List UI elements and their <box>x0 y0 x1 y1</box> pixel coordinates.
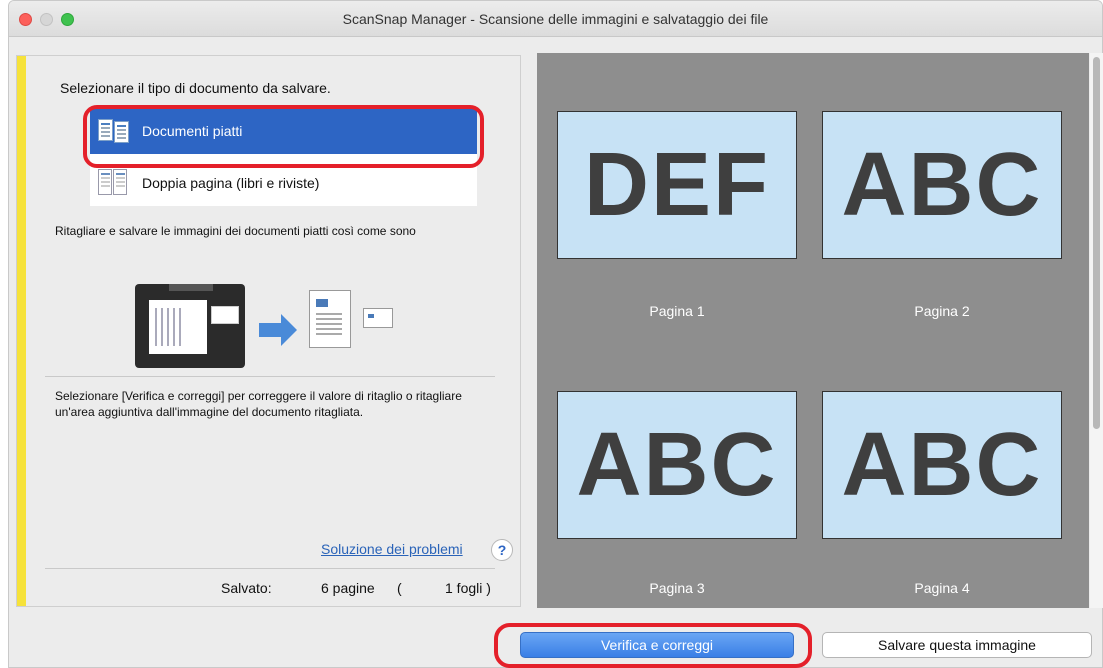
page-thumbnail[interactable]: ABC <box>557 391 797 539</box>
thumbnail-text: ABC <box>841 414 1043 515</box>
page-thumbnail[interactable]: DEF <box>557 111 797 259</box>
panel-marker <box>17 56 26 606</box>
saved-sheets-count: 1 fogli ) <box>445 580 491 596</box>
preview-scrollbar[interactable] <box>1090 53 1103 608</box>
page-label: Pagina 3 <box>649 580 705 596</box>
window-title: ScanSnap Manager - Scansione delle immag… <box>342 11 769 27</box>
document-type-panel: Selezionare il tipo di documento da salv… <box>16 55 521 607</box>
saved-paren: ( <box>397 580 402 596</box>
highlight-ring-document-type <box>83 105 484 168</box>
troubleshooting-link[interactable]: Soluzione dei problemi <box>321 541 463 557</box>
book-icon <box>96 167 130 199</box>
saved-pages-count: 6 pagine <box>321 580 375 596</box>
page-label: Pagina 1 <box>649 303 705 319</box>
thumbnail-text: ABC <box>576 414 778 515</box>
verify-hint-text: Selezionare [Verifica e correggi] per co… <box>55 389 462 419</box>
scrollbar-thumb[interactable] <box>1093 57 1100 429</box>
save-image-button[interactable]: Salvare questa immagine <box>822 632 1092 658</box>
type-item-label: Doppia pagina (libri e riviste) <box>142 175 320 191</box>
page-thumbnail[interactable]: ABC <box>822 391 1062 539</box>
page-label: Pagina 4 <box>914 580 970 596</box>
title-bar: ScanSnap Manager - Scansione delle immag… <box>9 1 1102 37</box>
document-type-description: Ritagliare e salvare le immagini dei doc… <box>55 224 416 238</box>
scan-illustration <box>135 284 415 384</box>
divider <box>45 376 495 377</box>
output-document-icon <box>309 290 351 348</box>
arrow-right-icon <box>259 323 281 337</box>
page-thumbnail[interactable]: ABC <box>822 111 1062 259</box>
scan-preview-area: DEF Pagina 1 ABC Pagina 2 ABC Pagina 3 A… <box>537 53 1089 608</box>
saved-label: Salvato: <box>221 580 272 596</box>
thumbnail-text: DEF <box>584 134 770 235</box>
page-label: Pagina 2 <box>914 303 970 319</box>
highlight-ring-verify <box>494 623 812 668</box>
output-card-icon <box>363 308 393 328</box>
help-icon[interactable]: ? <box>491 539 513 561</box>
scanner-icon <box>135 284 245 368</box>
thumbnail-text: ABC <box>841 134 1043 235</box>
divider <box>45 568 495 569</box>
document-type-prompt: Selezionare il tipo di documento da salv… <box>60 80 331 96</box>
